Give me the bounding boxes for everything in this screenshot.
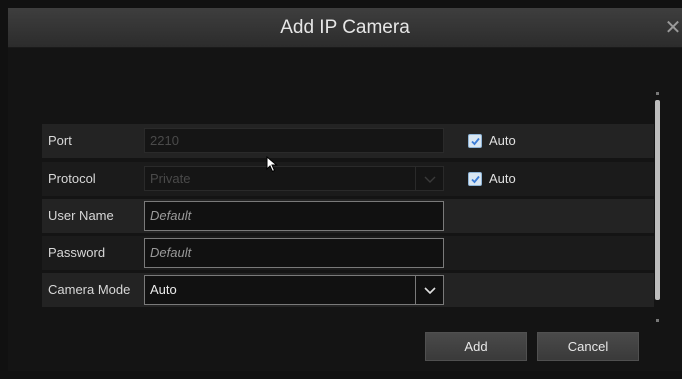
dialog-titlebar[interactable]: Add IP Camera ✕ bbox=[8, 8, 682, 48]
port-auto-label: Auto bbox=[489, 133, 516, 148]
form-scrollbar[interactable] bbox=[655, 92, 660, 322]
dialog-title: Add IP Camera bbox=[280, 17, 410, 38]
port-label: Port bbox=[48, 133, 72, 148]
mouse-pointer-icon bbox=[266, 155, 278, 178]
user-name-input[interactable]: Default bbox=[144, 201, 444, 231]
user-name-placeholder: Default bbox=[150, 208, 192, 223]
camera-mode-select[interactable]: Auto bbox=[144, 275, 444, 305]
camera-mode-value: Auto bbox=[150, 282, 177, 297]
chevron-down-icon bbox=[415, 167, 443, 190]
protocol-value: Private bbox=[150, 171, 191, 186]
port-row: Port 2210 Auto bbox=[42, 124, 654, 158]
password-row: Password Default bbox=[42, 236, 654, 270]
scroll-thumb[interactable] bbox=[655, 100, 660, 300]
add-ip-camera-dialog: Add IP Camera ✕ Port 2210 Auto Protocol … bbox=[0, 0, 682, 379]
user-name-row: User Name Default bbox=[42, 199, 654, 233]
user-name-label: User Name bbox=[48, 208, 114, 223]
protocol-select[interactable]: Private bbox=[144, 166, 444, 191]
port-value: 2210 bbox=[150, 133, 179, 148]
scroll-up-icon[interactable] bbox=[656, 92, 659, 95]
checkbox-checked-icon[interactable] bbox=[468, 134, 482, 148]
add-button[interactable]: Add bbox=[425, 332, 527, 361]
protocol-row: Protocol Private Auto bbox=[42, 162, 654, 196]
scroll-down-icon[interactable] bbox=[656, 319, 659, 322]
password-placeholder: Default bbox=[150, 245, 192, 260]
camera-mode-row: Camera Mode Auto bbox=[42, 273, 654, 307]
camera-mode-label: Camera Mode bbox=[48, 282, 131, 297]
cancel-button[interactable]: Cancel bbox=[537, 332, 639, 361]
close-icon[interactable]: ✕ bbox=[664, 18, 682, 38]
protocol-label: Protocol bbox=[48, 171, 96, 186]
chevron-down-icon[interactable] bbox=[415, 276, 443, 304]
checkbox-checked-icon[interactable] bbox=[468, 172, 482, 186]
password-label: Password bbox=[48, 245, 106, 260]
protocol-auto-label: Auto bbox=[489, 171, 516, 186]
port-field[interactable]: 2210 bbox=[144, 128, 444, 153]
password-input[interactable]: Default bbox=[144, 238, 444, 268]
